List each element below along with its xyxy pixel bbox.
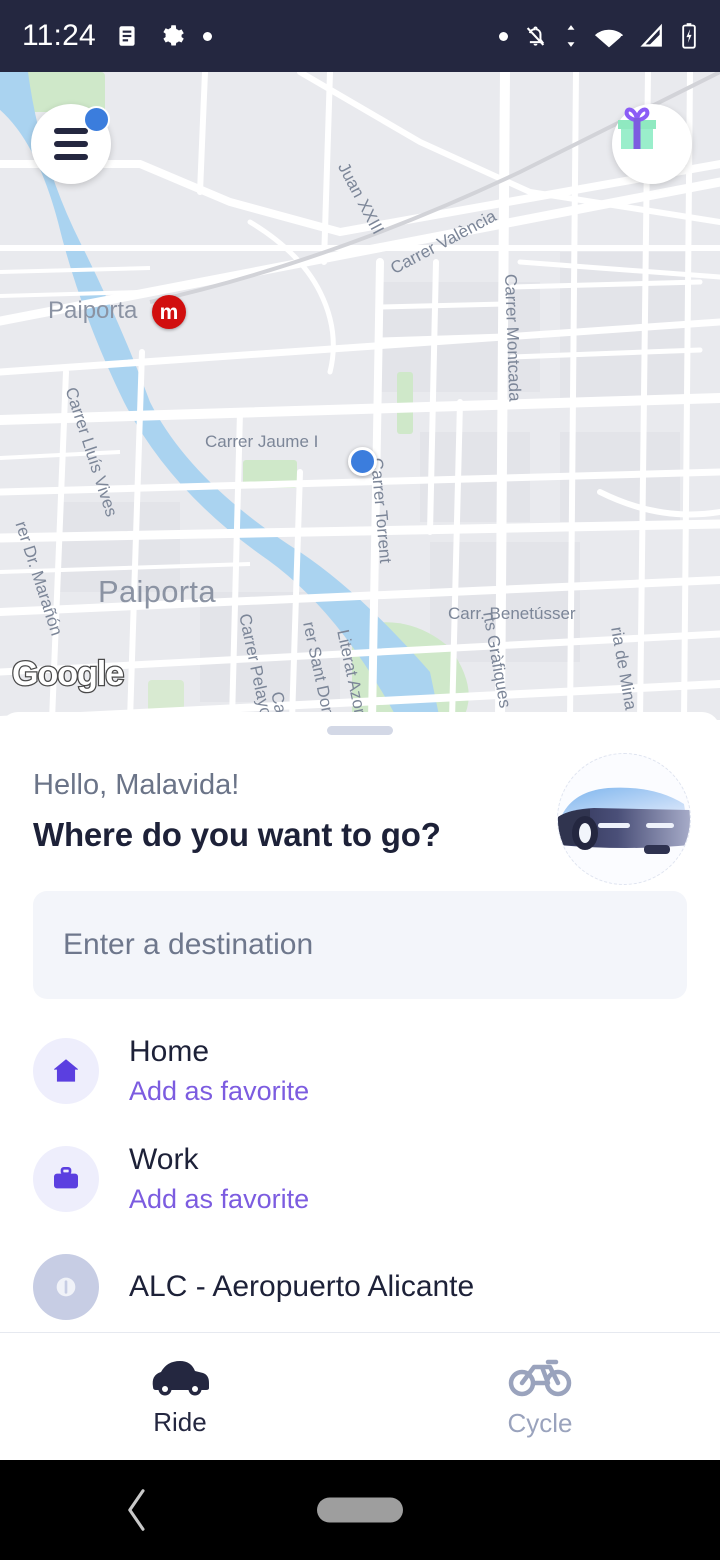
back-chevron-icon[interactable] (122, 1486, 152, 1534)
add-as-favorite-link[interactable]: Add as favorite (129, 1184, 309, 1215)
menu-notification-badge (83, 106, 110, 133)
street-label: Carr. Benetússer (448, 604, 576, 623)
battery-charging-icon (682, 23, 696, 49)
gift-button[interactable] (612, 104, 692, 184)
favorite-icon-wrap (33, 1254, 99, 1320)
car-icon (152, 1361, 209, 1396)
status-bar: 11:24 4 (0, 0, 720, 72)
list-item[interactable]: Work Add as favorite (0, 1125, 720, 1233)
user-location-dot (348, 447, 377, 476)
map-city-label: Paiporta (98, 574, 216, 609)
briefcase-icon (54, 1167, 78, 1189)
car-illustration (557, 753, 691, 885)
location-pin-icon (56, 1277, 76, 1297)
bicycle-icon (508, 1359, 572, 1397)
street-label: Carrer Jaume I (205, 432, 319, 451)
status-bar-right: 4 (499, 22, 698, 50)
map-city-label: Paiporta (48, 297, 138, 324)
data-transfer-icon (567, 25, 575, 47)
signal-icon (640, 23, 662, 47)
hamburger-icon (54, 128, 88, 160)
status-bar-left: 11:24 (22, 19, 212, 53)
gear-icon (163, 24, 184, 45)
home-icon (54, 1059, 78, 1082)
status-time: 11:24 (22, 19, 96, 52)
list-item-title: Work (129, 1143, 199, 1176)
favorite-text: Work Add as favorite (129, 1143, 309, 1215)
status-dot-right-icon (499, 31, 508, 41)
destination-input[interactable]: Enter a destination (33, 891, 687, 999)
destination-placeholder: Enter a destination (63, 928, 314, 961)
bottom-sheet: Hello, Malavida! Where do you want to go… (0, 712, 720, 1332)
svg-text:4: 4 (618, 35, 624, 46)
favorites-list: Home Add as favorite Work Add as favorit… (0, 1017, 720, 1332)
favorite-text: ALC - Aeropuerto Alicante (129, 1270, 474, 1304)
menu-button[interactable] (31, 104, 111, 184)
favorite-icon-wrap (33, 1038, 99, 1104)
car-icon (558, 787, 690, 854)
app-root: 11:24 4 Paiporta Paiporta Juan XXIII Car… (0, 0, 720, 1560)
favorite-icon-wrap (33, 1146, 99, 1212)
bottom-tab-bar: Ride Cycle (0, 1332, 720, 1460)
map-canvas (0, 72, 720, 720)
tab-label: Cycle (507, 1408, 573, 1438)
tab-label: Ride (153, 1407, 207, 1437)
list-item[interactable]: ALC - Aeropuerto Alicante (0, 1233, 720, 1332)
list-item-title: Home (129, 1035, 210, 1068)
list-item[interactable]: Home Add as favorite (0, 1017, 720, 1125)
gift-icon (618, 107, 656, 149)
map-view[interactable]: Paiporta Paiporta Juan XXIII Carrer Valè… (0, 72, 720, 720)
notes-icon (119, 26, 135, 46)
sheet-drag-handle[interactable] (327, 726, 393, 735)
bell-off-icon (526, 25, 545, 46)
favorite-text: Home Add as favorite (129, 1035, 309, 1107)
list-item-title: ALC - Aeropuerto Alicante (129, 1270, 475, 1303)
add-as-favorite-link[interactable]: Add as favorite (129, 1076, 309, 1107)
tab-cycle[interactable]: Cycle (360, 1333, 720, 1460)
google-attribution: Google (11, 654, 126, 695)
status-dot-icon (202, 31, 212, 41)
home-pill-icon[interactable] (317, 1497, 403, 1523)
android-navigation-bar (0, 1460, 720, 1560)
tab-ride[interactable]: Ride (0, 1333, 360, 1460)
sheet-header: Hello, Malavida! Where do you want to go… (0, 735, 720, 885)
wifi-icon: 4 (594, 29, 624, 48)
metro-station-marker[interactable]: m (152, 295, 186, 329)
